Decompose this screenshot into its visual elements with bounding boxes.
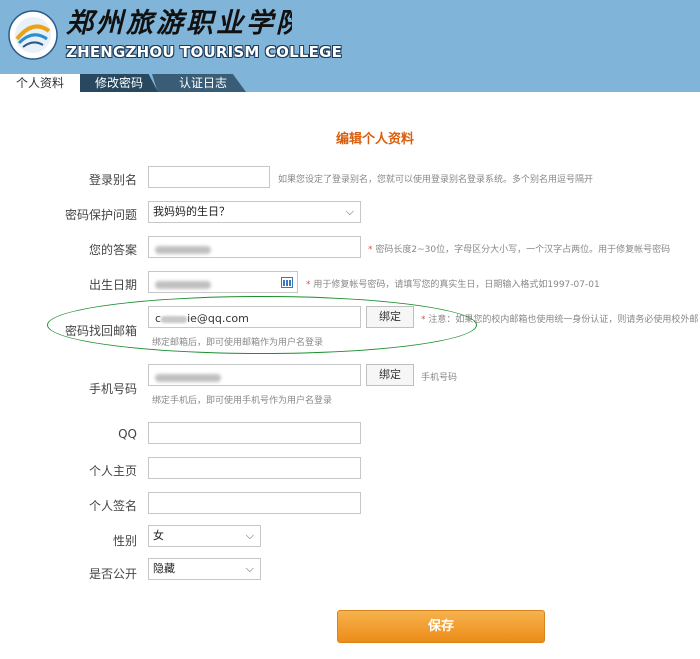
qq-label: QQ — [118, 427, 137, 441]
calendar-icon[interactable] — [281, 277, 293, 288]
signature-input[interactable] — [148, 492, 361, 514]
tab-bar: 个人资料 认证日志 修改密码 — [0, 74, 700, 92]
bind-email-button[interactable]: 绑定 — [366, 306, 414, 328]
redacted-text — [155, 281, 211, 289]
birthday-label: 出生日期 — [88, 278, 137, 292]
alias-label: 登录别名 — [88, 173, 137, 187]
alias-input[interactable] — [148, 166, 270, 188]
form-title: 编辑个人资料 — [335, 132, 414, 147]
school-name-cn: 郑州旅游职业学院 — [66, 8, 292, 39]
alias-hint: 如果您设定了登录别名，您就可以使用登录别名登录系统。多个别名用逗号隔开 — [278, 175, 594, 185]
answer-input[interactable] — [148, 236, 361, 258]
email-subhint: 绑定邮箱后，即可使用邮箱作为用户名登录 — [152, 338, 324, 348]
phone-hint: 手机号码 — [421, 373, 458, 383]
answer-label: 您的答案 — [88, 243, 137, 257]
chevron-down-icon: ⌵ — [245, 529, 254, 542]
site-header: 郑州旅游职业学院 ZHENGZHOU TOURISM COLLEGE — [0, 0, 700, 74]
redacted-text — [155, 374, 221, 382]
bind-phone-button[interactable]: 绑定 — [366, 364, 414, 386]
tab-change-password[interactable]: 修改密码 — [80, 74, 158, 92]
qq-input[interactable] — [148, 422, 361, 444]
question-label: 密码保护问题 — [64, 208, 137, 222]
signature-label: 个人签名 — [88, 499, 137, 513]
gender-label: 性别 — [112, 534, 137, 548]
phone-subhint: 绑定手机后，即可使用手机号作为用户名登录 — [152, 396, 333, 406]
chevron-down-icon: ⌵ — [245, 562, 254, 575]
school-name-en: ZHENGZHOU TOURISM COLLEGE — [66, 43, 343, 61]
email-label: 密码找回邮箱 — [64, 324, 137, 338]
chevron-down-icon: ⌵ — [345, 205, 354, 218]
birthday-input[interactable] — [148, 271, 298, 293]
phone-label: 手机号码 — [88, 382, 137, 396]
homepage-label: 个人主页 — [88, 464, 137, 478]
email-value: c ie@qq.com — [155, 312, 249, 325]
public-label: 是否公开 — [88, 567, 137, 581]
tab-auth-log[interactable]: 认证日志 — [152, 74, 246, 92]
tab-profile[interactable]: 个人资料 — [0, 74, 80, 92]
answer-hint: * 密码长度2~30位，字母区分大小写，一个汉字占两位。用于修复帐号密码 — [368, 245, 671, 255]
email-hint: * 注意：如果您的校内邮箱也使用统一身份认证，则请务必使用校外邮 — [421, 315, 699, 325]
birthday-hint: * 用于修复帐号密码，请填写您的真实生日，日期输入格式如1997-07-01 — [306, 280, 600, 290]
phone-input[interactable] — [148, 364, 361, 386]
school-logo-icon — [8, 10, 58, 60]
question-select[interactable]: 我妈妈的生日？ ⌵ — [148, 201, 361, 223]
public-select[interactable]: 隐藏 ⌵ — [148, 558, 261, 580]
redacted-text — [161, 315, 188, 323]
gender-select[interactable]: 女 ⌵ — [148, 525, 261, 547]
redacted-text — [155, 246, 211, 254]
save-button[interactable]: 保存 — [337, 610, 545, 643]
homepage-input[interactable] — [148, 457, 361, 479]
